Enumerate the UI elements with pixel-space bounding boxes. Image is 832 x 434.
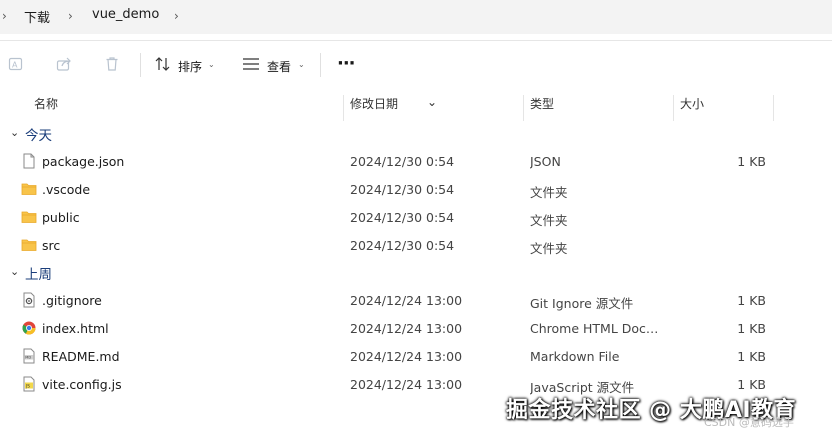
file-type: 文件夹: [530, 241, 568, 256]
breadcrumb-item-vue-demo[interactable]: vue_demo: [92, 7, 159, 22]
group-label: 上周: [25, 267, 52, 283]
sort-descending-icon: ⌄: [427, 95, 438, 109]
file-date: 2024/12/24 13:00: [350, 293, 463, 308]
group-header-today[interactable]: ⌄ 今天: [0, 121, 832, 145]
file-size: 1 KB: [737, 349, 766, 364]
file-type: JSON: [530, 154, 561, 169]
share-icon[interactable]: [55, 55, 73, 73]
js-file-icon: JS: [21, 376, 37, 392]
breadcrumb-item-downloads[interactable]: 下载: [24, 7, 50, 26]
more-options-button[interactable]: ···: [337, 53, 355, 74]
toolbar-divider: [320, 53, 321, 77]
list-item[interactable]: .vscode 2024/12/30 0:54 文件夹: [0, 175, 832, 203]
file-name: src: [42, 238, 61, 253]
column-divider[interactable]: [773, 95, 774, 121]
list-item[interactable]: .gitignore 2024/12/24 13:00 Git Ignore 源…: [0, 286, 832, 314]
file-date: 2024/12/24 13:00: [350, 349, 463, 364]
svg-text:JS: JS: [25, 383, 30, 388]
file-date: 2024/12/30 0:54: [350, 238, 455, 253]
sort-icon[interactable]: [154, 55, 172, 73]
settings-file-icon: [21, 292, 37, 308]
list-item[interactable]: package.json 2024/12/30 0:54 JSON 1 KB: [0, 147, 832, 175]
file-type: 文件夹: [530, 213, 568, 228]
folder-icon: [21, 237, 37, 253]
file-date: 2024/12/30 0:54: [350, 210, 455, 225]
chevron-down-icon[interactable]: ⌄: [10, 265, 19, 278]
file-size: 1 KB: [737, 377, 766, 392]
file-type: Git Ignore 源文件: [530, 296, 634, 311]
column-divider[interactable]: [343, 95, 344, 121]
file-name: index.html: [42, 321, 109, 336]
file-name: vite.config.js: [42, 377, 122, 392]
file-size: 1 KB: [737, 321, 766, 336]
column-header-type[interactable]: 类型: [530, 95, 554, 112]
breadcrumb: › 下载 › vue_demo ›: [0, 0, 832, 34]
chevron-right-icon[interactable]: ›: [2, 9, 12, 23]
chevron-right-icon[interactable]: ›: [174, 9, 184, 23]
file-type: Markdown File: [530, 349, 620, 364]
toolbar-divider: [140, 53, 141, 77]
file-name: README.md: [42, 349, 120, 364]
column-header-name[interactable]: 名称: [34, 95, 58, 112]
column-headers: 名称 ⌄ 修改日期 类型 大小: [0, 89, 832, 121]
list-item[interactable]: MD README.md 2024/12/24 13:00 Markdown F…: [0, 342, 832, 370]
file-icon: [21, 153, 37, 169]
list-item[interactable]: src 2024/12/30 0:54 文件夹: [0, 231, 832, 259]
delete-icon[interactable]: [103, 55, 121, 73]
column-header-size[interactable]: 大小: [680, 95, 704, 112]
file-type: Chrome HTML Document: [530, 321, 662, 336]
file-size: 1 KB: [737, 293, 766, 308]
folder-icon: [21, 209, 37, 225]
group-header-last-week[interactable]: ⌄ 上周: [0, 260, 832, 284]
file-date: 2024/12/24 13:00: [350, 321, 463, 336]
column-divider[interactable]: [673, 95, 674, 121]
chevron-down-icon[interactable]: ⌄: [208, 60, 215, 69]
file-name: package.json: [42, 154, 125, 169]
chevron-down-icon[interactable]: ⌄: [298, 60, 305, 69]
list-item[interactable]: public 2024/12/30 0:54 文件夹: [0, 203, 832, 231]
sort-button[interactable]: 排序: [178, 58, 202, 75]
view-button[interactable]: 查看: [267, 58, 291, 75]
command-toolbar: A 排序 ⌄ 查看 ⌄ ···: [0, 40, 832, 90]
folder-icon: [21, 181, 37, 197]
file-date: 2024/12/30 0:54: [350, 182, 455, 197]
group-label: 今天: [25, 128, 52, 144]
file-name: public: [42, 210, 80, 225]
svg-text:A: A: [12, 61, 18, 70]
column-header-modified[interactable]: 修改日期: [350, 95, 398, 112]
file-date: 2024/12/30 0:54: [350, 154, 455, 169]
svg-text:MD: MD: [25, 356, 31, 360]
file-name: .gitignore: [42, 293, 102, 308]
column-divider[interactable]: [523, 95, 524, 121]
file-date: 2024/12/24 13:00: [350, 377, 463, 392]
file-name: .vscode: [42, 182, 91, 197]
list-item[interactable]: index.html 2024/12/24 13:00 Chrome HTML …: [0, 314, 832, 342]
view-icon[interactable]: [242, 55, 260, 73]
csdn-watermark: CSDN @意码选手: [704, 416, 794, 429]
rename-icon[interactable]: A: [7, 55, 25, 73]
chevron-right-icon[interactable]: ›: [68, 9, 78, 23]
chevron-down-icon[interactable]: ⌄: [10, 126, 19, 139]
file-type: 文件夹: [530, 185, 568, 200]
chrome-file-icon: [21, 320, 37, 336]
md-file-icon: MD: [21, 348, 37, 364]
file-size: 1 KB: [737, 154, 766, 169]
